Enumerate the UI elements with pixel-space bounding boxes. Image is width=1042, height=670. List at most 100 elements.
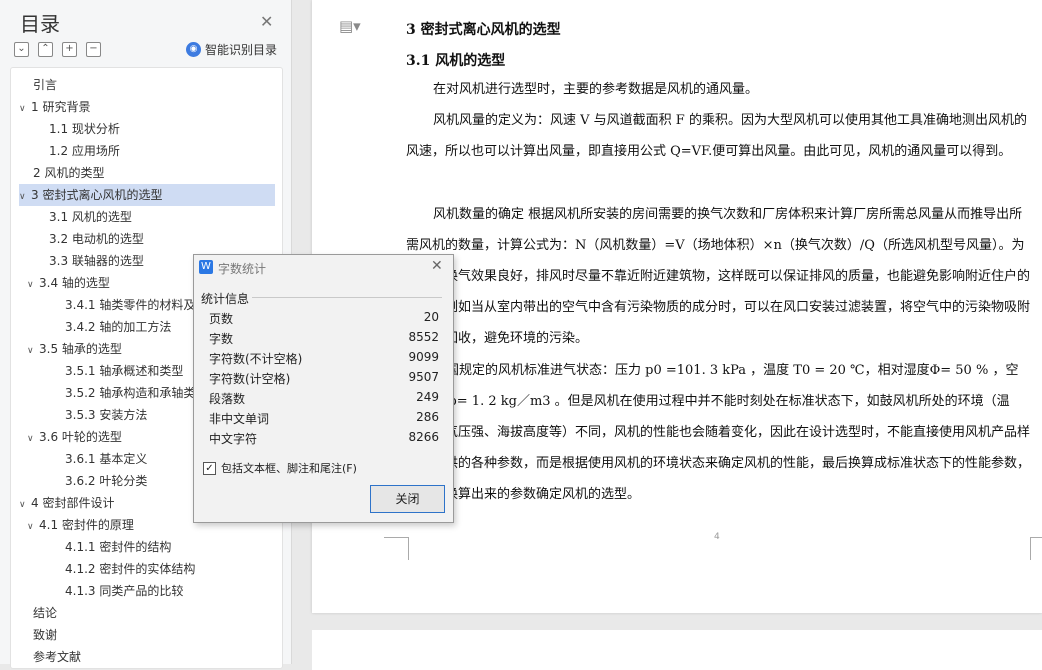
paragraph-3: 风机数量的确定 根据风机所安装的房间需要的换气次数和厂房体积来计算厂房所需总风量… bbox=[406, 207, 1031, 346]
stat-value: 9507 bbox=[408, 370, 439, 384]
toc-item-label: 3.6.2 叶轮分类 bbox=[65, 474, 148, 488]
toc-item-label: 引言 bbox=[33, 78, 58, 92]
chevron-down-icon[interactable]: ∨ bbox=[27, 274, 39, 294]
toc-toolbar: ⌄ ⌃ + − bbox=[14, 42, 101, 57]
stat-row: 非中文单词 286 bbox=[209, 408, 439, 428]
stat-value: 8266 bbox=[408, 430, 439, 444]
smart-toc-button[interactable]: ◉ 智能识别目录 bbox=[186, 41, 277, 58]
page-number: 4 bbox=[714, 532, 720, 542]
stat-value: 9099 bbox=[408, 350, 439, 364]
crop-mark-right bbox=[1030, 537, 1042, 560]
stat-row: 字符数(计空格) 9507 bbox=[209, 368, 439, 388]
heading-section-3: 3 密封式离心风机的选型 bbox=[406, 22, 561, 38]
document-icon[interactable]: ▤▾ bbox=[339, 17, 361, 35]
toc-item-label: 3.6 叶轮的选型 bbox=[39, 430, 122, 444]
toc-item-label: 3.5.1 轴承概述和类型 bbox=[65, 364, 184, 378]
chevron-down-icon[interactable]: ∨ bbox=[27, 340, 39, 360]
toc-item-label: 4.1.3 同类产品的比较 bbox=[65, 584, 184, 598]
stat-row: 段落数 249 bbox=[209, 388, 439, 408]
toc-item-label: 1 研究背景 bbox=[31, 100, 91, 114]
toc-item[interactable]: 致谢 bbox=[19, 624, 282, 646]
stat-row: 字数 8552 bbox=[209, 328, 439, 348]
toc-item-label: 3.4 轴的选型 bbox=[39, 276, 110, 290]
stat-label: 字数 bbox=[209, 332, 234, 346]
toc-item-label: 3.5 轴承的选型 bbox=[39, 342, 122, 356]
stat-row: 字符数(不计空格) 9099 bbox=[209, 348, 439, 368]
toc-item[interactable]: ∨ 1 研究背景 bbox=[19, 96, 275, 118]
stats-group-label: 统计信息 bbox=[201, 292, 250, 306]
stat-label: 段落数 bbox=[209, 392, 246, 406]
toc-item-label: 3.1 风机的选型 bbox=[49, 210, 132, 224]
checkbox-check-icon: ✓ bbox=[203, 461, 216, 475]
dialog-close-icon[interactable]: ✕ bbox=[431, 258, 443, 274]
group-divider bbox=[252, 297, 442, 298]
close-icon[interactable]: ✕ bbox=[260, 12, 273, 31]
toc-item[interactable]: 4.1.1 密封件的结构 bbox=[19, 536, 282, 558]
toc-item-label: 1.2 应用场所 bbox=[49, 144, 120, 158]
collapse-all-icon[interactable]: ⌄ bbox=[14, 42, 29, 57]
toc-item-label: 4.1 密封件的原理 bbox=[39, 518, 134, 532]
toc-item-label: 参考文献 bbox=[33, 650, 82, 664]
toc-item-label: 4 密封部件设计 bbox=[31, 496, 115, 510]
paragraph-2: 风机风量的定义为：风速 V 与风道截面积 F 的乘积。因为大型风机可以使用其他工… bbox=[406, 113, 1027, 159]
heading-section-3-1: 3.1 风机的选型 bbox=[406, 53, 506, 69]
paragraph-4: 我国规定的风机标准进气状态：压力 p0 =101. 3 kPa ，温度 T0 =… bbox=[406, 363, 1031, 502]
toc-item-label: 4.1.1 密封件的结构 bbox=[65, 540, 172, 554]
stat-value: 249 bbox=[416, 390, 439, 404]
toc-item[interactable]: 4.1.3 同类产品的比较 bbox=[19, 580, 282, 602]
toc-item[interactable]: 3.1 风机的选型 bbox=[19, 206, 282, 228]
toc-item-label: 结论 bbox=[33, 606, 58, 620]
dialog-titlebar[interactable]: W 字数统计 ✕ bbox=[194, 255, 453, 283]
toc-item[interactable]: ∨ 3 密封式离心风机的选型 bbox=[19, 184, 275, 206]
toc-item-label: 3 密封式离心风机的选型 bbox=[31, 188, 163, 202]
word-count-dialog: W 字数统计 ✕ 统计信息 页数 20 字数 8552 字符数(不计空格) 9099 字符数… bbox=[193, 254, 454, 523]
expand-up-icon[interactable]: ⌃ bbox=[38, 42, 53, 57]
toc-item[interactable]: 参考文献 bbox=[19, 646, 282, 668]
remove-icon[interactable]: − bbox=[86, 42, 101, 57]
toc-item[interactable]: 引言 bbox=[19, 74, 282, 96]
toc-item-label: 3.4.1 轴类零件的材料及 bbox=[65, 298, 196, 312]
toc-item-label: 3.2 电动机的选型 bbox=[49, 232, 144, 246]
chevron-down-icon[interactable]: ∨ bbox=[27, 428, 39, 448]
wps-logo-icon: W bbox=[199, 260, 213, 274]
toc-item-label: 3.6.1 基本定义 bbox=[65, 452, 148, 466]
stat-row: 页数 20 bbox=[209, 308, 439, 328]
close-button[interactable]: 关闭 bbox=[370, 485, 445, 513]
chevron-down-icon[interactable]: ∨ bbox=[19, 186, 31, 206]
stat-label: 字符数(计空格) bbox=[209, 372, 291, 386]
smart-toc-icon: ◉ bbox=[186, 42, 201, 57]
chevron-down-icon[interactable]: ∨ bbox=[27, 516, 39, 536]
document-next-page bbox=[312, 630, 1042, 670]
toc-item-label: 3.4.2 轴的加工方法 bbox=[65, 320, 172, 334]
stat-value: 8552 bbox=[408, 330, 439, 344]
stat-row: 中文字符 8266 bbox=[209, 428, 439, 448]
stat-label: 非中文单词 bbox=[209, 412, 270, 426]
add-icon[interactable]: + bbox=[62, 42, 77, 57]
stat-label: 字符数(不计空格) bbox=[209, 352, 303, 366]
toc-item[interactable]: 1.2 应用场所 bbox=[19, 140, 282, 162]
sidebar-title: 目录 bbox=[20, 12, 60, 36]
toc-item[interactable]: 4.1.2 密封件的实体结构 bbox=[19, 558, 282, 580]
dialog-title: 字数统计 bbox=[218, 262, 267, 276]
toc-item-label: 1.1 现状分析 bbox=[49, 122, 120, 136]
smart-toc-label: 智能识别目录 bbox=[205, 43, 278, 57]
include-notes-checkbox[interactable]: ✓ 包括文本框、脚注和尾注(F) bbox=[203, 460, 357, 476]
stat-value: 286 bbox=[416, 410, 439, 424]
chevron-down-icon[interactable]: ∨ bbox=[19, 98, 31, 118]
toc-item-label: 2 风机的类型 bbox=[33, 166, 105, 180]
toc-item-label: 3.3 联轴器的选型 bbox=[49, 254, 144, 268]
toc-item[interactable]: 2 风机的类型 bbox=[19, 162, 282, 184]
toc-item-label: 3.5.2 轴承构造和承轴类 bbox=[65, 386, 196, 400]
stat-value: 20 bbox=[423, 310, 439, 324]
toc-item[interactable]: 3.2 电动机的选型 bbox=[19, 228, 282, 250]
stat-label: 页数 bbox=[209, 312, 234, 326]
crop-mark-left bbox=[384, 537, 409, 560]
stat-label: 中文字符 bbox=[209, 432, 258, 446]
toc-item[interactable]: 1.1 现状分析 bbox=[19, 118, 282, 140]
toc-item-label: 致谢 bbox=[33, 628, 58, 642]
paragraph-1: 在对风机进行选型时，主要的参考数据是风机的通风量。 bbox=[433, 82, 759, 97]
toc-item-label: 4.1.2 密封件的实体结构 bbox=[65, 562, 196, 576]
toc-item-label: 3.5.3 安装方法 bbox=[65, 408, 148, 422]
chevron-down-icon[interactable]: ∨ bbox=[19, 494, 31, 514]
toc-item[interactable]: 结论 bbox=[19, 602, 282, 624]
